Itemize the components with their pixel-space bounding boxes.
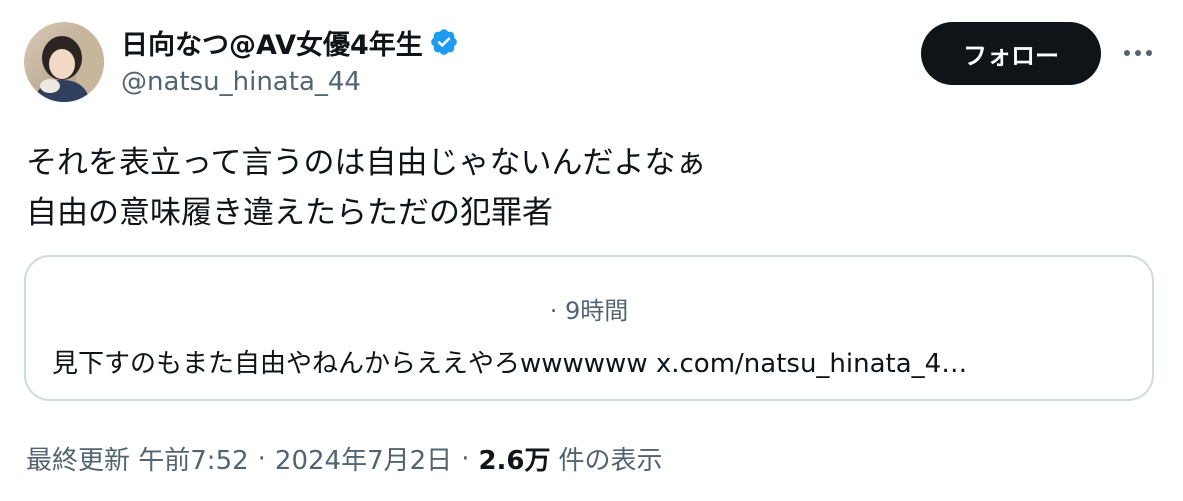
author-name-row[interactable]: 日向なつ@AV女優4年生 [121,23,459,62]
follow-button[interactable]: フォロー [921,22,1101,85]
tweet-footer: 最終更新 午前7:52 · 2024年7月2日 · 2.6万 件の表示 [26,440,663,477]
quoted-tweet-card[interactable]: · 9時間 見下すのもまた自由やねんからええやろwwwwww x.com/nat… [24,255,1154,401]
tweet-text: それを表立って言うのは自由じゃないんだよなぁ 自由の意味履き違えたらただの犯罪者 [26,138,1146,238]
views-count[interactable]: 2.6万 [478,440,550,477]
views-label: 件の表示 [558,446,663,476]
quoted-tweet-time: · 9時間 [549,297,629,325]
avatar[interactable] [24,22,104,102]
edited-timestamp[interactable]: 最終更新 午前7:52 [26,440,249,477]
ellipsis-icon [1124,50,1152,56]
author-handle[interactable]: @natsu_hinata_44 [121,67,361,97]
tweet-text-line: それを表立って言うのは自由じゃないんだよなぁ [26,145,707,181]
verified-badge-icon[interactable] [429,27,459,57]
tweet-text-line: 自由の意味履き違えたらただの犯罪者 [26,195,553,231]
quoted-tweet-text: 見下すのもまた自由やねんからええやろwwwwww x.com/natsu_hin… [52,349,968,379]
author-display-name[interactable]: 日向なつ@AV女優4年生 [121,23,423,62]
tweet-date[interactable]: 2024年7月2日 [275,440,452,477]
avatar-image [24,22,104,102]
separator-dot: · [461,443,470,474]
separator-dot: · [257,443,266,474]
more-options-button[interactable] [1118,38,1158,68]
